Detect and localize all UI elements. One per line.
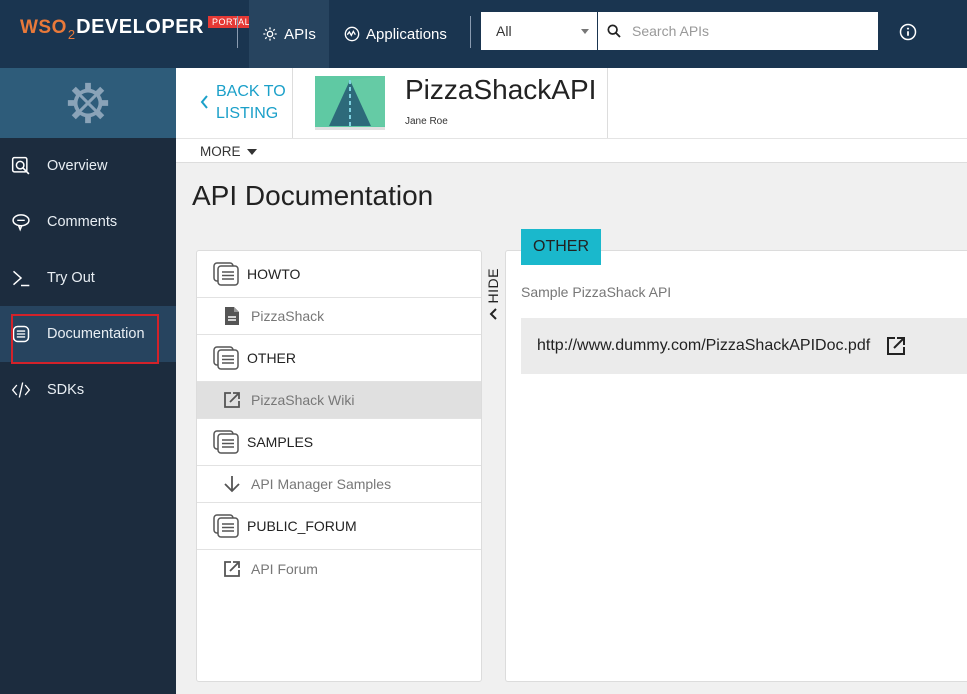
- top-navigation-bar: WSO 2 DEVELOPER PORTAL APIs Applications…: [0, 0, 967, 68]
- applications-icon: [344, 26, 360, 42]
- search-input[interactable]: [632, 23, 862, 39]
- sidebar-item-label: SDKs: [47, 382, 85, 398]
- caret-down-icon: [581, 29, 589, 34]
- divider: [176, 138, 967, 139]
- doc-url-text: http://www.dummy.com/PizzaShackAPIDoc.pd…: [537, 337, 871, 354]
- settings-tools-icon: [67, 82, 109, 124]
- gear-icon: [263, 27, 277, 41]
- search-filter-value: All: [496, 23, 512, 39]
- api-card: PizzaShackAPI Jane Roe: [293, 68, 608, 138]
- left-sidebar: Overview Comments Try Out Documentation …: [0, 68, 176, 694]
- chevron-left-icon: [489, 308, 497, 321]
- open-external-link-icon[interactable]: [886, 336, 906, 356]
- back-label-line2: LISTING: [216, 105, 279, 122]
- back-to-listing-text: BACK TO LISTING: [216, 81, 286, 125]
- sidebar-item-documentation[interactable]: Documentation: [0, 306, 176, 362]
- doc-summary: Sample PizzaShack API: [521, 284, 672, 300]
- page-title: API Documentation: [192, 180, 434, 211]
- api-owner: Jane Roe: [405, 116, 448, 127]
- external-link-icon: [224, 560, 240, 577]
- api-header: BACK TO LISTING PizzaShackAPI Jane Roe M…: [176, 68, 967, 163]
- doc-item-label: API Forum: [251, 560, 318, 577]
- more-menu-button[interactable]: MORE: [200, 144, 257, 159]
- doc-item-pizzashack-wiki[interactable]: PizzaShack Wiki: [197, 382, 481, 419]
- overview-search-icon: [11, 156, 31, 176]
- sidebar-item-label: Try Out: [47, 270, 95, 286]
- doc-url-row: http://www.dummy.com/PizzaShackAPIDoc.pd…: [521, 318, 967, 374]
- divider: [237, 16, 238, 48]
- divider: [470, 16, 471, 48]
- chevron-left-icon: [200, 95, 208, 109]
- stacked-documents-icon: [213, 430, 239, 454]
- api-name: PizzaShackAPI: [405, 74, 597, 105]
- logo-wso-text: WSO: [20, 17, 67, 38]
- doc-item-label: API Manager Samples: [251, 476, 392, 492]
- terminal-icon: [11, 268, 31, 288]
- stacked-documents-icon: [213, 346, 239, 370]
- nav-apis-link[interactable]: APIs: [249, 0, 329, 68]
- hide-label: HIDE: [485, 268, 501, 304]
- download-arrow-icon: [224, 476, 240, 493]
- back-label-line1: BACK TO: [216, 83, 286, 100]
- doc-item-label: PizzaShack Wiki: [251, 392, 355, 408]
- comment-icon: [11, 212, 31, 232]
- doc-category-howto[interactable]: HOWTO: [197, 251, 481, 298]
- doc-item-api-manager-samples[interactable]: API Manager Samples: [197, 466, 481, 503]
- logo-portal-badge: PORTAL: [207, 16, 255, 28]
- nav-applications-link[interactable]: Applications: [344, 0, 447, 68]
- doc-item-pizzashack[interactable]: PizzaShack: [197, 298, 481, 335]
- wso2-developer-portal-logo[interactable]: WSO 2 DEVELOPER PORTAL: [20, 16, 255, 42]
- sidebar-item-comments[interactable]: Comments: [0, 194, 176, 250]
- back-to-listing-link[interactable]: BACK TO LISTING: [176, 68, 293, 138]
- caret-down-icon: [246, 148, 257, 155]
- doc-item-label: PizzaShack: [251, 308, 325, 324]
- doc-category-other[interactable]: OTHER: [197, 335, 481, 382]
- doc-item-api-forum[interactable]: API Forum: [197, 550, 481, 587]
- stacked-documents-icon: [213, 262, 239, 286]
- info-icon[interactable]: [899, 23, 917, 41]
- document-list-panel: HOWTO PizzaShack OTHER PizzaShack Wiki S…: [196, 250, 482, 682]
- search-filter-select[interactable]: All: [481, 12, 597, 50]
- external-link-icon: [224, 392, 240, 408]
- file-icon: [225, 307, 239, 325]
- doc-category-label: PUBLIC_FORUM: [247, 518, 357, 534]
- sidebar-item-overview[interactable]: Overview: [0, 138, 176, 194]
- sidebar-item-label: Documentation: [47, 326, 145, 342]
- search-icon: [607, 24, 621, 38]
- search-box[interactable]: [598, 12, 878, 50]
- hide-panel-toggle[interactable]: HIDE: [482, 250, 504, 682]
- sidebar-item-label: Comments: [47, 214, 118, 230]
- code-icon: [11, 380, 31, 400]
- doc-category-public-forum[interactable]: PUBLIC_FORUM: [197, 503, 481, 550]
- doc-category-samples[interactable]: SAMPLES: [197, 419, 481, 466]
- doc-category-label: HOWTO: [247, 266, 301, 282]
- sidebar-item-label: Overview: [47, 158, 108, 174]
- doc-type-tag: OTHER: [521, 229, 601, 265]
- sidebar-item-sdks[interactable]: SDKs: [0, 362, 176, 418]
- doc-category-label: OTHER: [247, 350, 296, 366]
- nav-applications-label: Applications: [366, 25, 447, 43]
- stacked-documents-icon: [213, 514, 239, 538]
- sidebar-item-try-out[interactable]: Try Out: [0, 250, 176, 306]
- hide-toggle-content: HIDE: [482, 268, 504, 321]
- nav-apis-label: APIs: [284, 25, 316, 43]
- logo-developer-text: DEVELOPER: [76, 16, 204, 38]
- document-detail-panel: [505, 250, 967, 682]
- api-thumbnail: [315, 76, 385, 130]
- document-icon: [11, 324, 31, 344]
- sidebar-header: [0, 68, 176, 138]
- doc-category-label: SAMPLES: [247, 434, 314, 450]
- more-label: MORE: [200, 144, 241, 159]
- logo-two-text: 2: [67, 27, 76, 42]
